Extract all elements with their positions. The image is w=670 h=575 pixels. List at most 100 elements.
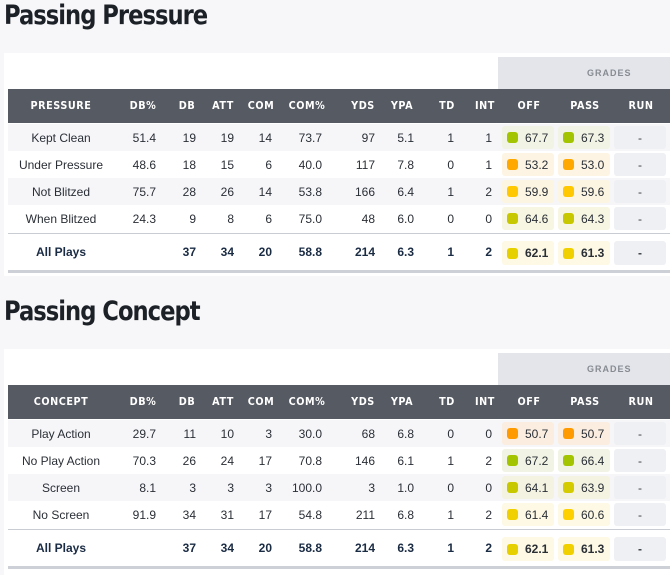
- grade-off: 64.1: [502, 476, 554, 499]
- grade-run: -: [614, 153, 666, 176]
- row-label: Play Action: [31, 426, 91, 441]
- cell-int: 2: [485, 184, 492, 199]
- grade-color-swatch-icon: [563, 428, 574, 439]
- grade-off: 64.6: [502, 207, 554, 230]
- grade-value: 63.9: [581, 480, 605, 495]
- table-row[interactable]: When Blitzed 24.3 9 8 6 75.0 48 6.0 0 0 64.6 64.3-: [8, 205, 670, 232]
- cell-com-pct: 70.8: [298, 453, 322, 468]
- cell-com-pct: 73.7: [298, 130, 322, 145]
- row-label: When Blitzed: [25, 211, 97, 226]
- cell-com-pct: 54.8: [298, 507, 322, 522]
- table-row[interactable]: No Play Action 70.3 26 24 17 70.8 146 6.1 1 2 67.2…: [8, 447, 670, 474]
- grade-value: 59.9: [525, 184, 549, 199]
- grade-run: -: [614, 503, 666, 526]
- grade-off: 62.1: [502, 537, 554, 561]
- table-row[interactable]: No Screen 91.9 34 31 17 54.8 211 6.8 1 2 61.4 60.6-: [8, 501, 670, 528]
- section-title-passing-pressure: Passing Pressure: [4, 0, 208, 31]
- grade-value: 64.1: [525, 480, 549, 495]
- cell-int: 2: [485, 541, 492, 555]
- grade-run: -: [614, 537, 666, 561]
- grade-value: 67.7: [525, 130, 549, 145]
- cell-com-pct: 58.8: [298, 245, 322, 259]
- grade-off: 67.2: [502, 449, 554, 472]
- grades-header-band: GRADES: [498, 353, 670, 385]
- grade-color-swatch-icon: [507, 247, 518, 259]
- grade-run: -: [614, 476, 666, 499]
- grade-off: 53.2: [502, 153, 554, 176]
- grade-pass: 59.6: [558, 180, 610, 203]
- table-row[interactable]: Under Pressure 48.6 18 15 6 40.0 117 7.8 0 1 53.2 5…: [8, 151, 670, 178]
- grade-color-swatch-icon: [563, 213, 574, 224]
- passing-concept-table: GRADES CONCEPT DB% DB ATT COM COM% YDS YPA TD INT O…: [4, 349, 670, 575]
- grade-run: -: [614, 126, 666, 149]
- grade-color-swatch-icon: [507, 213, 518, 224]
- cell-com-pct: 75.0: [298, 211, 322, 226]
- row-label: No Play Action: [21, 453, 101, 468]
- table-bottom-border: [8, 566, 670, 569]
- cell-com: 17: [258, 453, 272, 468]
- grade-off: 62.1: [502, 241, 554, 265]
- cell-int: 2: [485, 453, 492, 468]
- cell-com: 3: [265, 426, 272, 441]
- cell-com: 17: [258, 507, 272, 522]
- grade-color-swatch-icon: [507, 455, 518, 466]
- column-header-pressure[interactable]: PRESSURE: [24, 89, 98, 123]
- cell-int: 1: [485, 130, 492, 145]
- grade-pass: 61.3: [558, 241, 610, 265]
- table-row-total[interactable]: All Plays 37 34 20 58.8 214 6.3 1 2 62.1 61.3-: [8, 233, 670, 270]
- cell-int: 1: [485, 157, 492, 172]
- grade-off: 67.7: [502, 126, 554, 149]
- cell-int: 0: [485, 426, 492, 441]
- grade-color-swatch-icon: [563, 247, 574, 259]
- grade-pass: 61.3: [558, 537, 610, 561]
- grade-color-swatch-icon: [563, 509, 574, 520]
- grade-value: 66.4: [581, 453, 605, 468]
- passing-pressure-table: GRADES PRESSURE DB% DB ATT COM COM% YDS YPA TD INT…: [4, 53, 670, 276]
- grade-value: 61.3: [581, 542, 605, 556]
- grade-color-swatch-icon: [563, 132, 574, 143]
- table-row[interactable]: Play Action 29.7 11 10 3 30.0 68 6.8 0 0 50.7 50.7-: [8, 420, 670, 447]
- row-label: Screen: [41, 480, 81, 495]
- column-header-concept[interactable]: CONCEPT: [24, 385, 98, 419]
- cell-com-pct: 40.0: [298, 157, 322, 172]
- cell-int: 2: [485, 245, 492, 259]
- grade-pass: 60.6: [558, 503, 610, 526]
- grade-run: -: [614, 422, 666, 445]
- grade-color-swatch-icon: [507, 186, 518, 197]
- grade-off: 50.7: [502, 422, 554, 445]
- grade-value: 53.0: [581, 157, 605, 172]
- grade-value: 59.6: [581, 184, 605, 199]
- row-label: Under Pressure: [18, 157, 104, 172]
- grade-color-swatch-icon: [563, 482, 574, 493]
- grade-value: 50.7: [581, 426, 605, 441]
- column-header-run[interactable]: RUN: [604, 89, 670, 123]
- table-row[interactable]: Kept Clean 51.4 19 19 14 73.7 97 5.1 1 1 67.7 67.3-: [8, 124, 670, 151]
- grade-color-swatch-icon: [507, 132, 518, 143]
- row-label: No Screen: [32, 507, 90, 522]
- grade-value: 61.3: [581, 246, 605, 260]
- grade-value: 67.3: [581, 130, 605, 145]
- grade-pass: 64.3: [558, 207, 610, 230]
- cell-com-pct: 53.8: [298, 184, 322, 199]
- grade-run: -: [614, 449, 666, 472]
- table-row-total[interactable]: All Plays 37 34 20 58.8 214 6.3 1 2 62.1 61.3-: [8, 529, 670, 566]
- grade-value: 64.3: [581, 211, 605, 226]
- table-bottom-border: [8, 270, 670, 273]
- cell-com-pct: 58.8: [298, 541, 322, 555]
- grade-color-swatch-icon: [507, 428, 518, 439]
- table-row[interactable]: Not Blitzed 75.7 28 26 14 53.8 166 6.4 1 2 59.9 59.…: [8, 178, 670, 205]
- grade-value: 53.2: [525, 157, 549, 172]
- grade-color-swatch-icon: [563, 159, 574, 170]
- column-header-run[interactable]: RUN: [604, 385, 670, 419]
- grade-value: 50.7: [525, 426, 549, 441]
- grade-pass: 67.3: [558, 126, 610, 149]
- table-row[interactable]: Screen 8.1 3 3 3 100.0 3 1.0 0 0 64.1 63.9-: [8, 474, 670, 501]
- grade-color-swatch-icon: [507, 543, 518, 555]
- grade-value: 61.4: [525, 507, 549, 522]
- row-label: All Plays: [35, 541, 87, 555]
- grade-color-swatch-icon: [507, 509, 518, 520]
- grade-color-swatch-icon: [507, 159, 518, 170]
- grade-run: -: [614, 207, 666, 230]
- grade-run: -: [614, 180, 666, 203]
- cell-com: 3: [265, 480, 272, 495]
